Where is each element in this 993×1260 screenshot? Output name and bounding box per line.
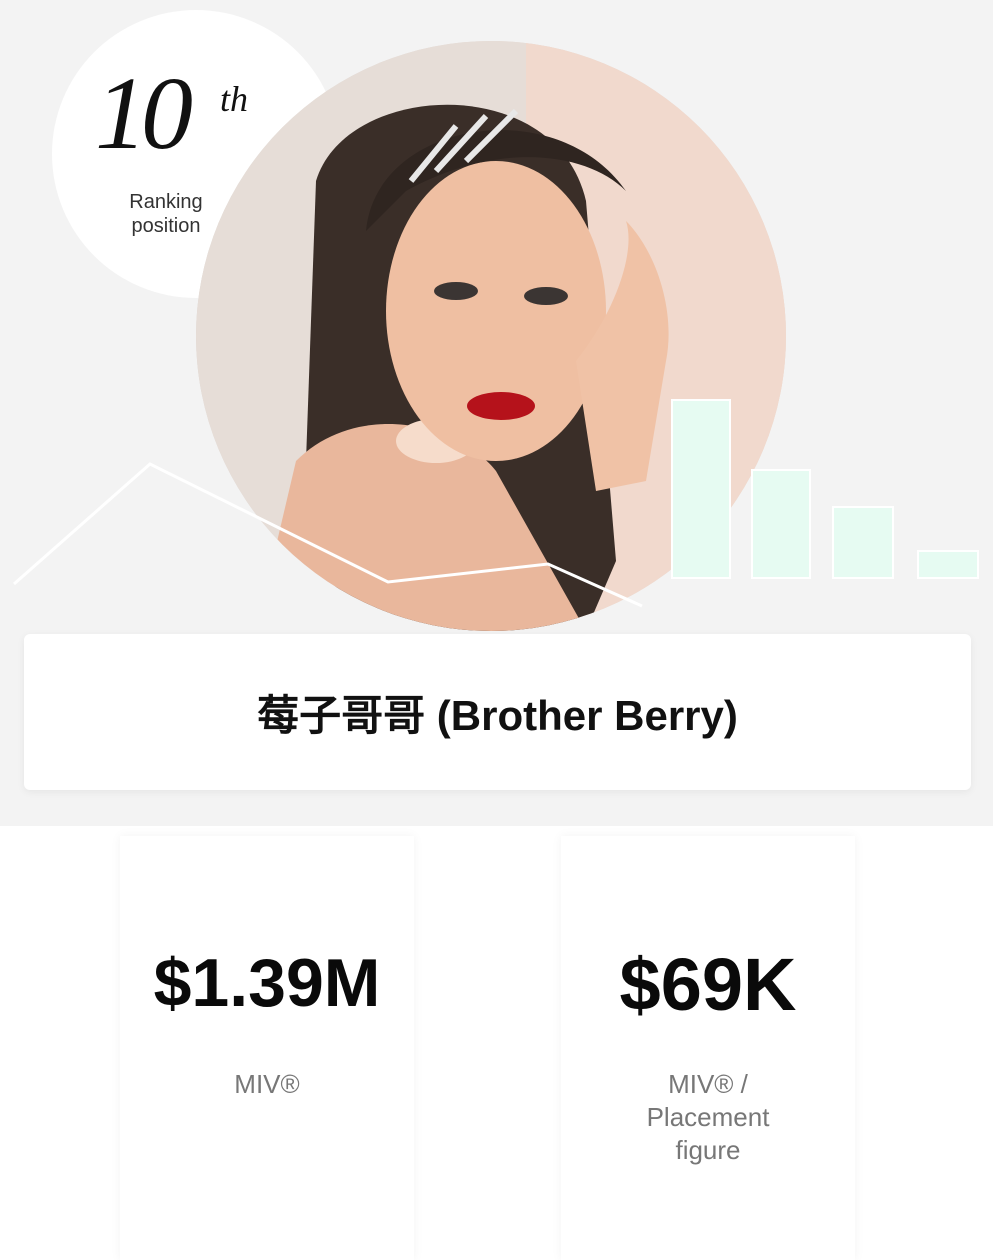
ranking-suffix: th: [220, 79, 249, 119]
ranking-label: Ranking position: [129, 191, 203, 237]
stat-label-miv: MIV®: [234, 1069, 300, 1099]
influencer-portrait: [196, 41, 786, 631]
stat-value-miv-per-placement: $69K: [619, 943, 797, 1026]
stat-card-miv: $1.39M MIV®: [120, 836, 414, 1260]
ranking-number: 10: [95, 56, 193, 171]
influencer-name: 莓子哥哥 (Brother Berry): [257, 691, 738, 739]
stat-value-miv: $1.39M: [153, 945, 381, 1021]
portrait-illustration: [196, 41, 786, 631]
stat-card-miv-per-placement: $69K MIV® / Placement figure: [561, 836, 855, 1260]
stat-label-miv-per-placement: MIV® / Placement figure: [646, 1069, 770, 1165]
influencer-name-card: 莓子哥哥 (Brother Berry): [24, 634, 971, 790]
